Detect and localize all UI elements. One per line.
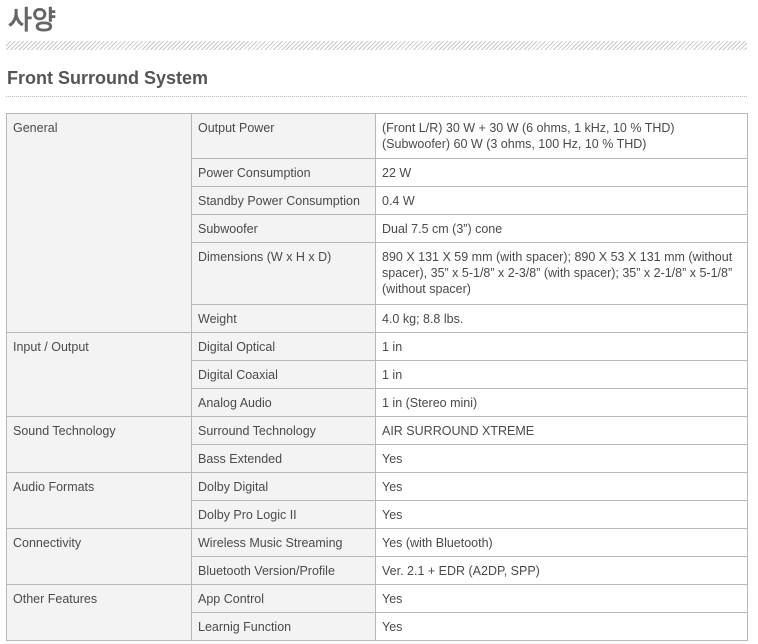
spec-value: AIR SURROUND XTREME	[375, 416, 748, 445]
spec-value-line: 4.0 kg; 8.8 lbs.	[382, 312, 464, 326]
spec-value: Dual 7.5 cm (3”) cone	[375, 214, 748, 243]
spec-value-line: (Subwoofer) 60 W (3 ohms, 100 Hz, 10 % T…	[382, 137, 647, 151]
spec-label: Learnig Function	[191, 612, 376, 641]
spec-value-line: Dual 7.5 cm (3”) cone	[382, 222, 503, 236]
spec-value: (Front L/R) 30 W + 30 W (6 ohms, 1 kHz, …	[375, 113, 748, 159]
spec-value-line: Yes (with Bluetooth)	[382, 536, 493, 550]
spec-value-line: 1 in	[382, 368, 403, 382]
spec-value: Yes	[375, 472, 748, 501]
spec-value-line: (Front L/R) 30 W + 30 W (6 ohms, 1 kHz, …	[382, 121, 675, 135]
spec-value-line: Yes	[382, 480, 403, 494]
spec-value: 1 in	[375, 332, 748, 361]
spec-category: General	[6, 113, 192, 333]
spec-value-line: 0.4 W	[382, 194, 415, 208]
spec-category: Input / Output	[6, 332, 192, 417]
spec-value-line: AIR SURROUND XTREME	[382, 424, 535, 438]
spec-label: Wireless Music Streaming	[191, 528, 376, 557]
spec-label: Dimensions (W x H x D)	[191, 242, 376, 305]
spec-label: Subwoofer	[191, 214, 376, 243]
spec-value: 1 in	[375, 360, 748, 389]
spec-value: Ver. 2.1 + EDR (A2DP, SPP)	[375, 556, 748, 585]
spec-category: Sound Technology	[6, 416, 192, 473]
spec-value-line: Yes	[382, 592, 403, 606]
spec-value: 1 in (Stereo mini)	[375, 388, 748, 417]
spec-label: App Control	[191, 584, 376, 613]
spec-label: Output Power	[191, 113, 376, 159]
spec-value-line: 890 X 131 X 59 mm (with spacer); 890 X 5…	[382, 250, 733, 296]
spec-label: Analog Audio	[191, 388, 376, 417]
spec-category: Other Features	[6, 584, 192, 641]
spec-value: 890 X 131 X 59 mm (with spacer); 890 X 5…	[375, 242, 748, 305]
spec-value-line: Yes	[382, 508, 403, 522]
spec-value-line: Yes	[382, 620, 403, 634]
spec-row: Sound Technology Surround Technology AIR S…	[6, 416, 748, 473]
spec-label: Digital Coaxial	[191, 360, 376, 389]
spec-row: Connectivity Wireless Music Streaming Yes …	[6, 528, 748, 585]
spec-label: Surround Technology	[191, 416, 376, 445]
spec-value: Yes	[375, 444, 748, 473]
spec-category: Connectivity	[6, 528, 192, 585]
spec-value-line: 1 in	[382, 340, 403, 354]
spec-value: Yes	[375, 584, 748, 613]
spec-value: Yes	[375, 612, 748, 641]
spec-value-line: 22 W	[382, 166, 412, 180]
spec-row: Input / Output Digital Optical 1 in	[6, 332, 748, 417]
spec-value: Yes	[375, 500, 748, 529]
spec-value-line: Ver. 2.1 + EDR (A2DP, SPP)	[382, 564, 540, 578]
spec-row: General Output Power (Front L/R) 30 W + 30…	[6, 113, 748, 333]
spec-table: General Output Power (Front L/R) 30 W + 30…	[6, 113, 748, 641]
page-title: 사양	[8, 6, 56, 36]
spec-row: Other Features App Control Yes	[6, 584, 748, 641]
spec-value-line: 1 in (Stereo mini)	[382, 396, 478, 410]
title-hatched-divider	[6, 41, 747, 50]
spec-label: Power Consumption	[191, 158, 376, 187]
spec-label: Dolby Pro Logic II	[191, 500, 376, 529]
spec-value: 22 W	[375, 158, 748, 187]
spec-table-body: General Output Power (Front L/R) 30 W + 30…	[6, 113, 748, 641]
section-title: Front Surround System	[7, 68, 209, 88]
spec-label: Bluetooth Version/Profile	[191, 556, 376, 585]
spec-label: Dolby Digital	[191, 472, 376, 501]
spec-row: Audio Formats Dolby Digital Yes	[6, 472, 748, 529]
spec-category: Audio Formats	[6, 472, 192, 529]
spec-label: Bass Extended	[191, 444, 376, 473]
spec-label: Digital Optical	[191, 332, 376, 361]
spec-value: 0.4 W	[375, 186, 748, 215]
spec-value-line: Yes	[382, 452, 403, 466]
spec-label: Weight	[191, 304, 376, 333]
spec-label: Standby Power Consumption	[191, 186, 376, 215]
spec-value: Yes (with Bluetooth)	[375, 528, 748, 557]
section-dotted-divider	[6, 96, 747, 97]
spec-value: 4.0 kg; 8.8 lbs.	[375, 304, 748, 333]
